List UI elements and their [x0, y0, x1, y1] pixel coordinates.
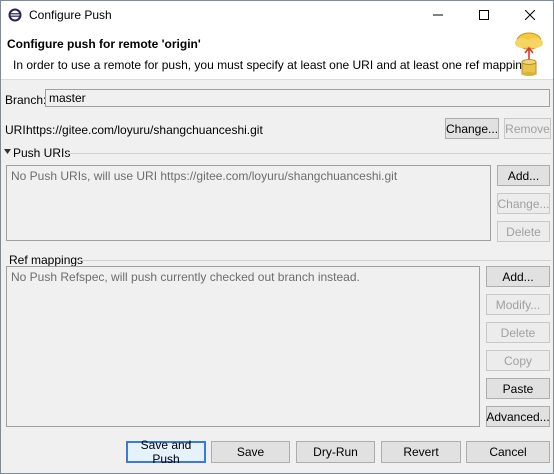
close-icon [525, 10, 535, 20]
ref-mappings-empty-message: No Push Refspec, will push currently che… [11, 270, 360, 284]
push-uris-divider [67, 153, 551, 154]
maximize-icon [479, 10, 489, 20]
ref-add-button[interactable]: Add... [486, 266, 550, 287]
push-uri-change-button[interactable]: Change... [497, 193, 550, 214]
eclipse-icon [8, 8, 22, 22]
ref-paste-button[interactable]: Paste [486, 378, 550, 399]
configure-push-dialog: Configure Push Configure push for remote… [0, 0, 554, 474]
dry-run-button[interactable]: Dry-Run [296, 441, 375, 463]
ref-delete-button[interactable]: Delete [486, 322, 550, 343]
branch-label: Branch: [5, 93, 47, 107]
ref-modify-button[interactable]: Modify... [486, 294, 550, 315]
maximize-button[interactable] [461, 1, 507, 29]
push-uri-add-button[interactable]: Add... [497, 165, 550, 186]
push-uri-delete-button[interactable]: Delete [497, 221, 550, 242]
push-uris-list[interactable]: No Push URIs, will use URI https://gitee… [6, 165, 491, 241]
banner-title: Configure push for remote 'origin' [7, 37, 201, 51]
banner-description: In order to use a remote for push, you m… [13, 58, 529, 72]
cloud-push-database-icon [515, 32, 543, 76]
uri-remove-button[interactable]: Remove [504, 118, 551, 139]
uri-change-button[interactable]: Change... [445, 118, 499, 139]
save-and-push-button[interactable]: Save and Push [126, 438, 206, 466]
ref-copy-button[interactable]: Copy [486, 350, 550, 371]
branch-field[interactable]: master [45, 89, 550, 107]
minimize-icon [433, 14, 443, 16]
window-title: Configure Push [29, 8, 112, 22]
close-button[interactable] [507, 1, 553, 29]
ref-mappings-label: Ref mappings [9, 253, 84, 267]
uri-value: https://gitee.com/loyuru/shangchuanceshi… [26, 123, 263, 137]
dialog-banner: Configure push for remote 'origin' In or… [1, 29, 553, 80]
save-button[interactable]: Save [211, 441, 290, 463]
ref-mappings-divider [78, 260, 551, 261]
push-uris-label: Push URIs [13, 146, 71, 160]
triangle-down-icon[interactable] [4, 149, 11, 155]
push-uris-empty-message: No Push URIs, will use URI https://gitee… [11, 169, 398, 183]
title-bar: Configure Push [1, 1, 553, 29]
ref-mappings-list[interactable]: No Push Refspec, will push currently che… [6, 266, 480, 427]
ref-advanced-button[interactable]: Advanced... [486, 406, 550, 427]
cancel-button[interactable]: Cancel [466, 441, 550, 463]
revert-button[interactable]: Revert [381, 441, 461, 463]
minimize-button[interactable] [415, 1, 461, 29]
